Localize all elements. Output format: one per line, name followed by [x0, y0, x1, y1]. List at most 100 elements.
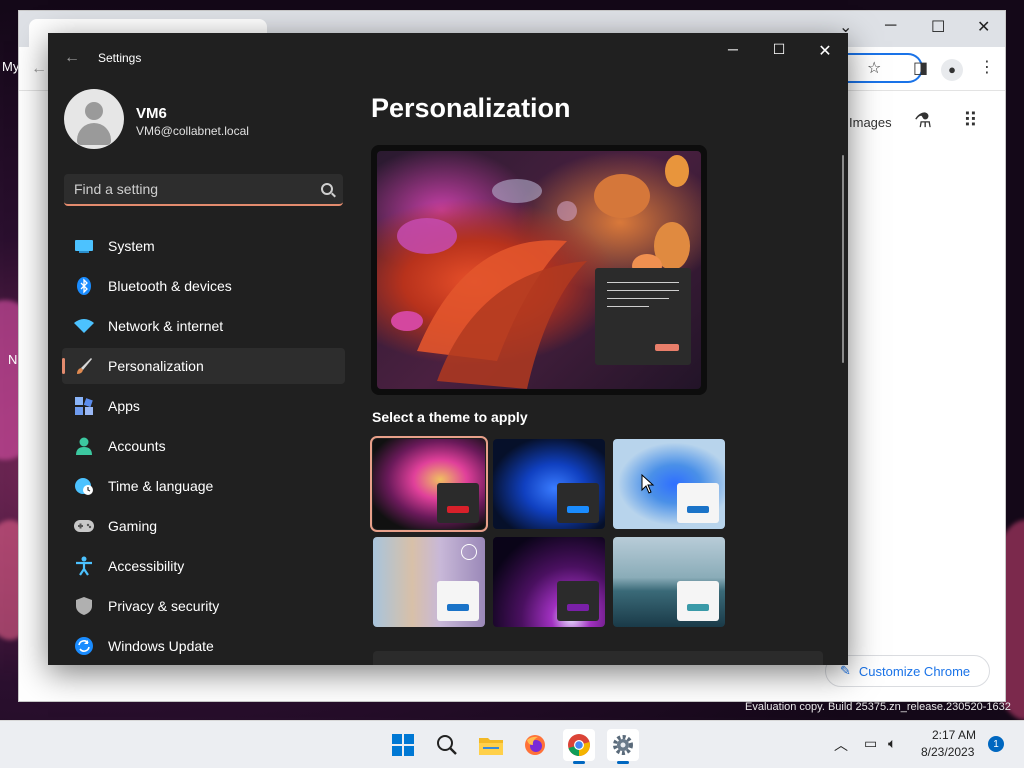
firefox-button[interactable] [519, 729, 551, 761]
desktop-icon-label[interactable]: N [8, 352, 17, 367]
avatar-head [85, 102, 103, 120]
minimize-button[interactable]: ─ [718, 41, 748, 57]
clock-time[interactable]: 2:17 AM [932, 728, 976, 742]
theme-spotlight[interactable] [373, 537, 485, 627]
theme-glow[interactable] [370, 436, 488, 532]
apps-grid-icon[interactable]: ⠿ [963, 111, 978, 131]
sidebar-item-network[interactable]: Network & internet [62, 308, 345, 344]
search-button[interactable] [431, 729, 463, 761]
user-name: VM6 [136, 105, 167, 122]
sidebar-item-gaming[interactable]: Gaming [62, 508, 345, 544]
sidebar-item-label: Network & internet [108, 318, 224, 334]
sidebar-item-accounts[interactable]: Accounts [62, 428, 345, 464]
close-button[interactable]: ✕ [810, 41, 840, 61]
sidebar-item-time-language[interactable]: Time & language [62, 468, 345, 504]
images-link[interactable]: Images [849, 115, 892, 130]
evaluation-watermark: Evaluation copy. Build 25375.zn_release.… [745, 701, 1011, 713]
folder-icon [479, 738, 503, 755]
gear-icon [613, 735, 633, 755]
search-input[interactable] [74, 181, 304, 197]
sidebar-item-label: Accounts [108, 438, 166, 454]
sidebar-item-system[interactable]: System [62, 228, 345, 264]
sidebar-item-accessibility[interactable]: Accessibility [62, 548, 345, 584]
sidebar-item-apps[interactable]: Apps [62, 388, 345, 424]
sidebar-item-label: Privacy & security [108, 598, 220, 614]
page-title: Personalization [371, 93, 571, 123]
user-email: VM6@collabnet.local [136, 124, 249, 138]
window-title: Settings [98, 51, 142, 65]
settings-window[interactable]: ← Settings ─ ☐ ✕ VM6 VM6@collabnet.local… [48, 33, 848, 665]
theme-mini-window [557, 581, 599, 621]
bluetooth-icon [74, 276, 94, 296]
customize-chrome-button[interactable]: ✎ Customize Chrome [825, 655, 990, 687]
network-icon[interactable]: ▭ [864, 735, 877, 752]
sidebar-item-privacy[interactable]: Privacy & security [62, 588, 345, 624]
back-arrow-icon[interactable]: ← [64, 49, 80, 67]
sidebar-nav: System Bluetooth & devices Network & int… [62, 228, 345, 665]
chevron-up-icon[interactable]: ︿ [834, 735, 848, 755]
profile-icon[interactable]: ● [941, 59, 963, 81]
kebab-menu-icon[interactable]: ⋮ [979, 60, 995, 76]
apps-icon [74, 396, 94, 416]
pencil-icon: ✎ [840, 663, 851, 678]
theme-flow[interactable] [613, 537, 725, 627]
brush-icon [74, 356, 94, 376]
avatar[interactable] [64, 89, 124, 149]
settings-card[interactable] [373, 651, 823, 665]
accessibility-icon [74, 556, 94, 576]
update-icon [74, 636, 94, 656]
theme-captured-motion[interactable] [493, 537, 605, 627]
theme-mini-window [677, 483, 719, 523]
search-box[interactable] [64, 174, 343, 206]
start-button[interactable] [387, 729, 419, 761]
sidebar-item-personalization[interactable]: Personalization [62, 348, 345, 384]
sidebar-item-label: Bluetooth & devices [108, 278, 232, 294]
star-icon[interactable]: ☆ [867, 61, 881, 77]
preview-window [595, 268, 691, 365]
volume-icon[interactable]: 🔈︎ [888, 735, 896, 752]
preview-accent-button [655, 344, 679, 351]
chrome-minimize-button[interactable]: ─ [885, 17, 896, 35]
desktop-icon-label[interactable]: My [2, 59, 19, 74]
avatar-body [77, 123, 111, 145]
maximize-button[interactable]: ☐ [764, 41, 794, 58]
sidebar-item-bluetooth[interactable]: Bluetooth & devices [62, 268, 345, 304]
scrollbar[interactable] [842, 155, 844, 363]
theme-preview [371, 145, 707, 395]
spotlight-icon [461, 544, 477, 560]
firefox-icon [525, 735, 545, 755]
windows-logo-icon [392, 734, 414, 756]
settings-button[interactable] [607, 729, 639, 764]
file-explorer-button[interactable] [475, 729, 507, 761]
mouse-cursor-icon [641, 474, 655, 494]
sidebar-item-label: Windows Update [108, 638, 214, 654]
chrome-icon [568, 734, 590, 756]
settings-titlebar[interactable]: ← Settings ─ ☐ ✕ [48, 33, 848, 81]
theme-section-heading: Select a theme to apply [372, 409, 528, 425]
chrome-button[interactable] [563, 729, 595, 764]
notification-badge[interactable]: 1 [988, 736, 1004, 752]
chrome-maximize-button[interactable]: ☐ [931, 17, 945, 37]
chrome-close-button[interactable]: ✕ [977, 17, 990, 37]
gamepad-icon [74, 516, 94, 536]
sidepanel-icon[interactable]: ◨ [913, 61, 928, 77]
omnibox[interactable]: ☆ [837, 53, 923, 83]
search-icon[interactable] [321, 183, 333, 195]
wallpaper-preview [377, 151, 701, 389]
accounts-icon [74, 436, 94, 456]
theme-mini-window [677, 581, 719, 621]
labs-flask-icon[interactable]: ⚗ [914, 111, 932, 131]
sidebar-item-label: Apps [108, 398, 140, 414]
sidebar-item-label: Personalization [108, 358, 204, 374]
sidebar-item-windows-update[interactable]: Windows Update [62, 628, 345, 664]
theme-dark-bloom[interactable] [493, 439, 605, 529]
theme-light-bloom[interactable] [613, 439, 725, 529]
search-icon [437, 735, 457, 755]
back-arrow-icon[interactable]: ← [31, 61, 47, 77]
clock-date[interactable]: 8/23/2023 [921, 745, 974, 759]
taskbar: ︿ ▭ 🔈︎ [0, 720, 1024, 768]
shield-icon [74, 596, 94, 616]
sidebar-item-label: Accessibility [108, 558, 185, 574]
wifi-icon [74, 316, 94, 336]
system-icon [74, 236, 94, 256]
